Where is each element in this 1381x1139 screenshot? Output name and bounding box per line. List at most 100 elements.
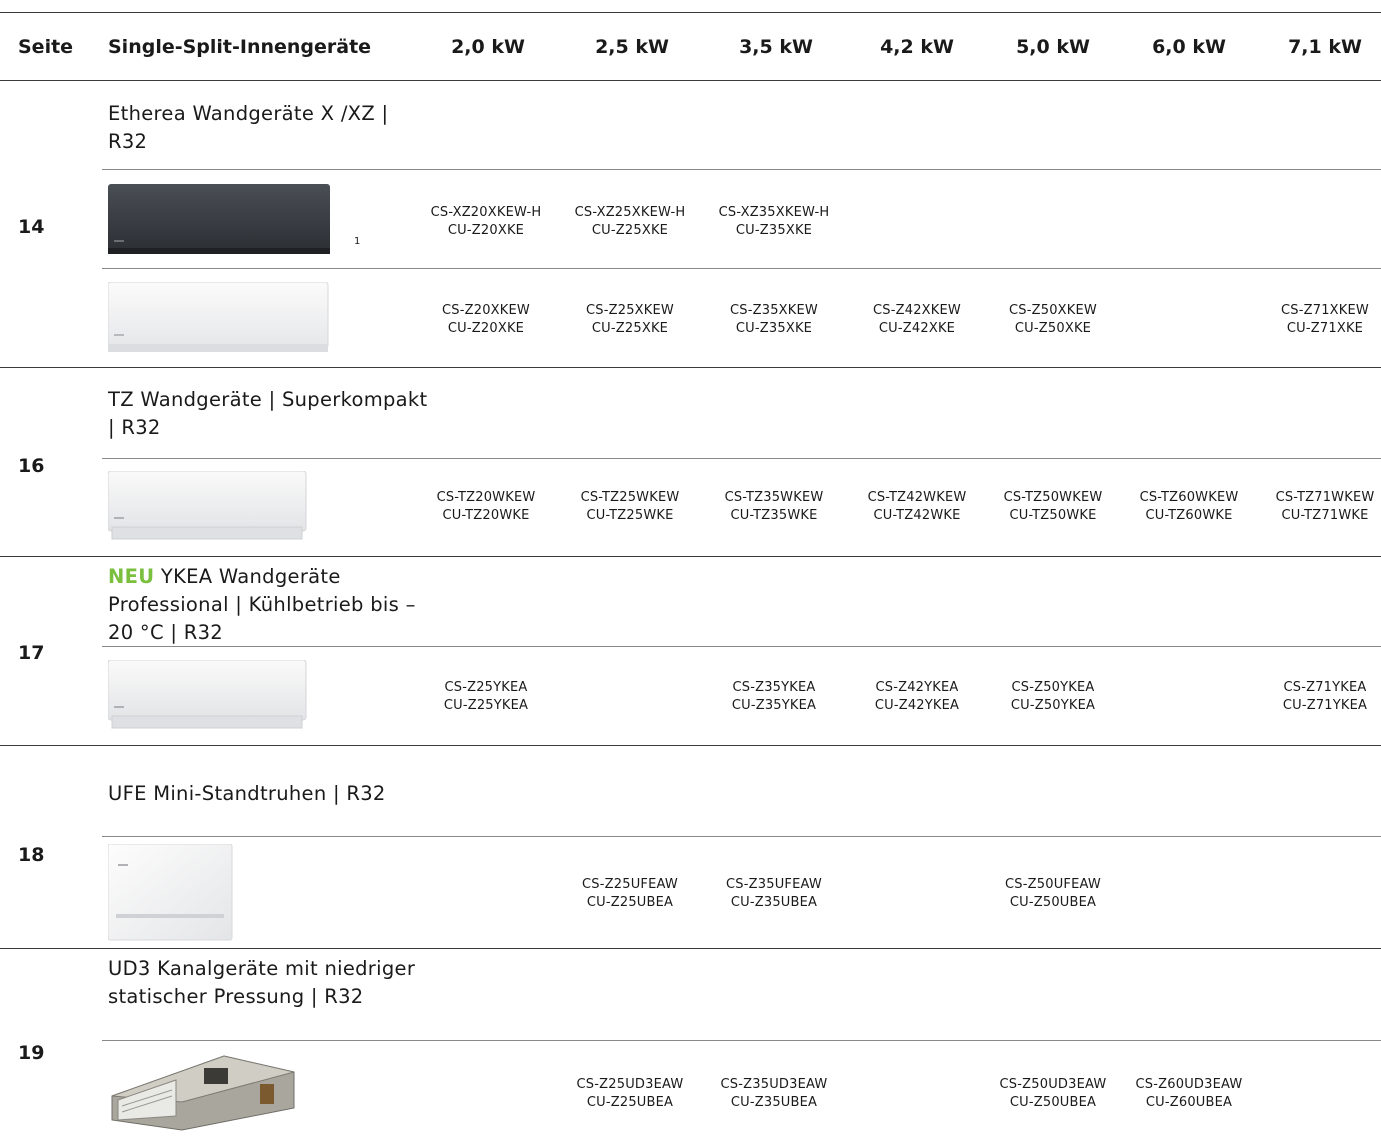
indoor-model: CS-XZ25XKEW-H	[574, 205, 686, 220]
model-cell: CS-TZ71WKEW CU-TZ71WKE	[1250, 489, 1381, 525]
outdoor-model: CU-Z50UBEA	[1009, 1095, 1097, 1110]
outdoor-model: CU-Z50YKEA	[1010, 698, 1096, 713]
indoor-model: CS-Z42YKEA	[875, 680, 959, 695]
model-cell: CS-Z60UD3EAW CU-Z60UBEA	[1114, 1076, 1264, 1112]
indoor-model: CS-Z35YKEA	[732, 680, 816, 695]
section-title: UD3 Kanalgeräte mit niedriger statischer…	[108, 957, 416, 1008]
etherea-white-unit-image	[108, 282, 329, 352]
model-cell: CS-XZ20XKEW-H CU-Z20XKE	[411, 204, 561, 240]
model-cell: CS-Z71XKEW CU-Z71XKE	[1250, 302, 1381, 338]
outdoor-model: CU-Z50UBEA	[1009, 895, 1097, 910]
indoor-model: CS-Z35UD3EAW	[720, 1077, 828, 1092]
indoor-model: CS-TZ71WKEW	[1275, 490, 1375, 505]
indoor-model: CS-Z42XKEW	[873, 303, 961, 318]
capacity-header: 2,5 kW	[595, 36, 669, 58]
indoor-model: CS-Z50UFEAW	[1005, 877, 1101, 892]
indoor-model: CS-Z50XKEW	[1009, 303, 1097, 318]
outdoor-model: CU-Z42XKE	[878, 321, 956, 336]
outdoor-model: CU-TZ35WKE	[730, 508, 818, 523]
top-rule	[0, 12, 1381, 13]
model-cell: CS-Z50XKEW CU-Z50XKE	[978, 302, 1128, 338]
model-cell: CS-Z35XKEW CU-Z35XKE	[699, 302, 849, 338]
outdoor-model: CU-TZ71WKE	[1281, 508, 1369, 523]
model-cell: CS-Z25UFEAW CU-Z25UBEA	[555, 876, 705, 912]
outdoor-model: CU-TZ50WKE	[1009, 508, 1097, 523]
model-cell: CS-XZ25XKEW-H CU-Z25XKE	[555, 204, 705, 240]
outdoor-model: CU-Z60UBEA	[1145, 1095, 1233, 1110]
ud3-duct-unit-image	[111, 1055, 295, 1131]
ykea-unit-image	[108, 660, 307, 729]
header-rule	[0, 80, 1381, 81]
model-cell: CS-Z42XKEW CU-Z42XKE	[842, 302, 992, 338]
model-cell: CS-Z35UFEAW CU-Z35UBEA	[699, 876, 849, 912]
capacity-header: 7,1 kW	[1288, 36, 1362, 58]
model-cell: CS-TZ42WKEW CU-TZ42WKE	[842, 489, 992, 525]
indoor-model: CS-XZ35XKEW-H	[718, 205, 830, 220]
model-cell: CS-Z20XKEW CU-Z20XKE	[411, 302, 561, 338]
indoor-model: CS-TZ20WKEW	[436, 490, 536, 505]
section-rule	[0, 948, 1381, 949]
section-title: Etherea Wandgeräte X /XZ | R32	[108, 102, 389, 153]
outdoor-model: CU-Z50XKE	[1014, 321, 1092, 336]
model-cell: CS-Z25XKEW CU-Z25XKE	[555, 302, 705, 338]
etherea-dark-unit-image	[108, 184, 330, 254]
model-cell: CS-XZ35XKEW-H CU-Z35XKE	[699, 204, 849, 240]
new-badge: NEU	[108, 565, 155, 588]
row-rule	[102, 836, 1381, 837]
indoor-model: CS-Z25YKEA	[444, 680, 528, 695]
outdoor-model: CU-Z71YKEA	[1282, 698, 1368, 713]
page-number: 19	[18, 1042, 45, 1064]
outdoor-model: CU-Z25UBEA	[586, 895, 674, 910]
indoor-model: CS-Z35XKEW	[730, 303, 818, 318]
outdoor-model: CU-Z42YKEA	[874, 698, 960, 713]
capacity-header: 6,0 kW	[1152, 36, 1226, 58]
section-rule	[0, 367, 1381, 368]
indoor-model: CS-Z71XKEW	[1281, 303, 1369, 318]
model-cell: CS-Z25YKEA CU-Z25YKEA	[411, 679, 561, 715]
section-title: TZ Wandgeräte | Superkompakt | R32	[108, 388, 428, 439]
outdoor-model: CU-TZ42WKE	[873, 508, 961, 523]
outdoor-model: CU-Z35YKEA	[731, 698, 817, 713]
page-number: 14	[18, 216, 45, 238]
model-cell: CS-Z50UD3EAW CU-Z50UBEA	[978, 1076, 1128, 1112]
indoor-model: CS-Z25UD3EAW	[576, 1077, 684, 1092]
indoor-model: CS-Z60UD3EAW	[1135, 1077, 1243, 1092]
page-number: 16	[18, 455, 45, 477]
model-cell: CS-Z35YKEA CU-Z35YKEA	[699, 679, 849, 715]
outdoor-model: CU-TZ20WKE	[442, 508, 530, 523]
footnote-marker: 1	[354, 236, 361, 247]
outdoor-model: CU-Z25UBEA	[586, 1095, 674, 1110]
indoor-model: CS-Z35UFEAW	[726, 877, 822, 892]
capacity-header: 5,0 kW	[1016, 36, 1090, 58]
row-rule	[102, 1040, 1381, 1041]
tz-unit-image	[108, 471, 307, 540]
model-cell: CS-TZ20WKEW CU-TZ20WKE	[411, 489, 561, 525]
model-cell: CS-Z42YKEA CU-Z42YKEA	[842, 679, 992, 715]
outdoor-model: CU-Z71XKE	[1286, 321, 1364, 336]
model-cell: CS-TZ25WKEW CU-TZ25WKE	[555, 489, 705, 525]
outdoor-model: CU-Z35UBEA	[730, 895, 818, 910]
capacity-header: 3,5 kW	[739, 36, 813, 58]
outdoor-model: CU-Z25XKE	[591, 321, 669, 336]
row-rule	[102, 169, 1381, 170]
section-title: NEU YKEA Wandgeräte Professional | Kühlb…	[108, 563, 428, 647]
page-number: 17	[18, 642, 45, 664]
indoor-model: CS-XZ20XKEW-H	[430, 205, 542, 220]
indoor-model: CS-TZ42WKEW	[867, 490, 967, 505]
indoor-model: CS-Z50UD3EAW	[999, 1077, 1107, 1092]
model-cell: CS-TZ60WKEW CU-TZ60WKE	[1114, 489, 1264, 525]
indoor-model: CS-Z25XKEW	[586, 303, 674, 318]
indoor-model: CS-Z50YKEA	[1011, 680, 1095, 695]
outdoor-model: CU-Z20XKE	[447, 321, 525, 336]
indoor-model: CS-Z25UFEAW	[582, 877, 678, 892]
outdoor-model: CU-Z25XKE	[591, 223, 669, 238]
row-rule	[102, 458, 1381, 459]
row-rule	[102, 268, 1381, 269]
page-number: 18	[18, 844, 45, 866]
model-cell: CS-Z25UD3EAW CU-Z25UBEA	[555, 1076, 705, 1112]
indoor-model: CS-Z71YKEA	[1283, 680, 1367, 695]
outdoor-model: CU-Z35UBEA	[730, 1095, 818, 1110]
outdoor-model: CU-Z20XKE	[447, 223, 525, 238]
indoor-model: CS-TZ60WKEW	[1139, 490, 1239, 505]
section-title-text: YKEA Wandgeräte Professional | Kühlbetri…	[108, 565, 416, 644]
